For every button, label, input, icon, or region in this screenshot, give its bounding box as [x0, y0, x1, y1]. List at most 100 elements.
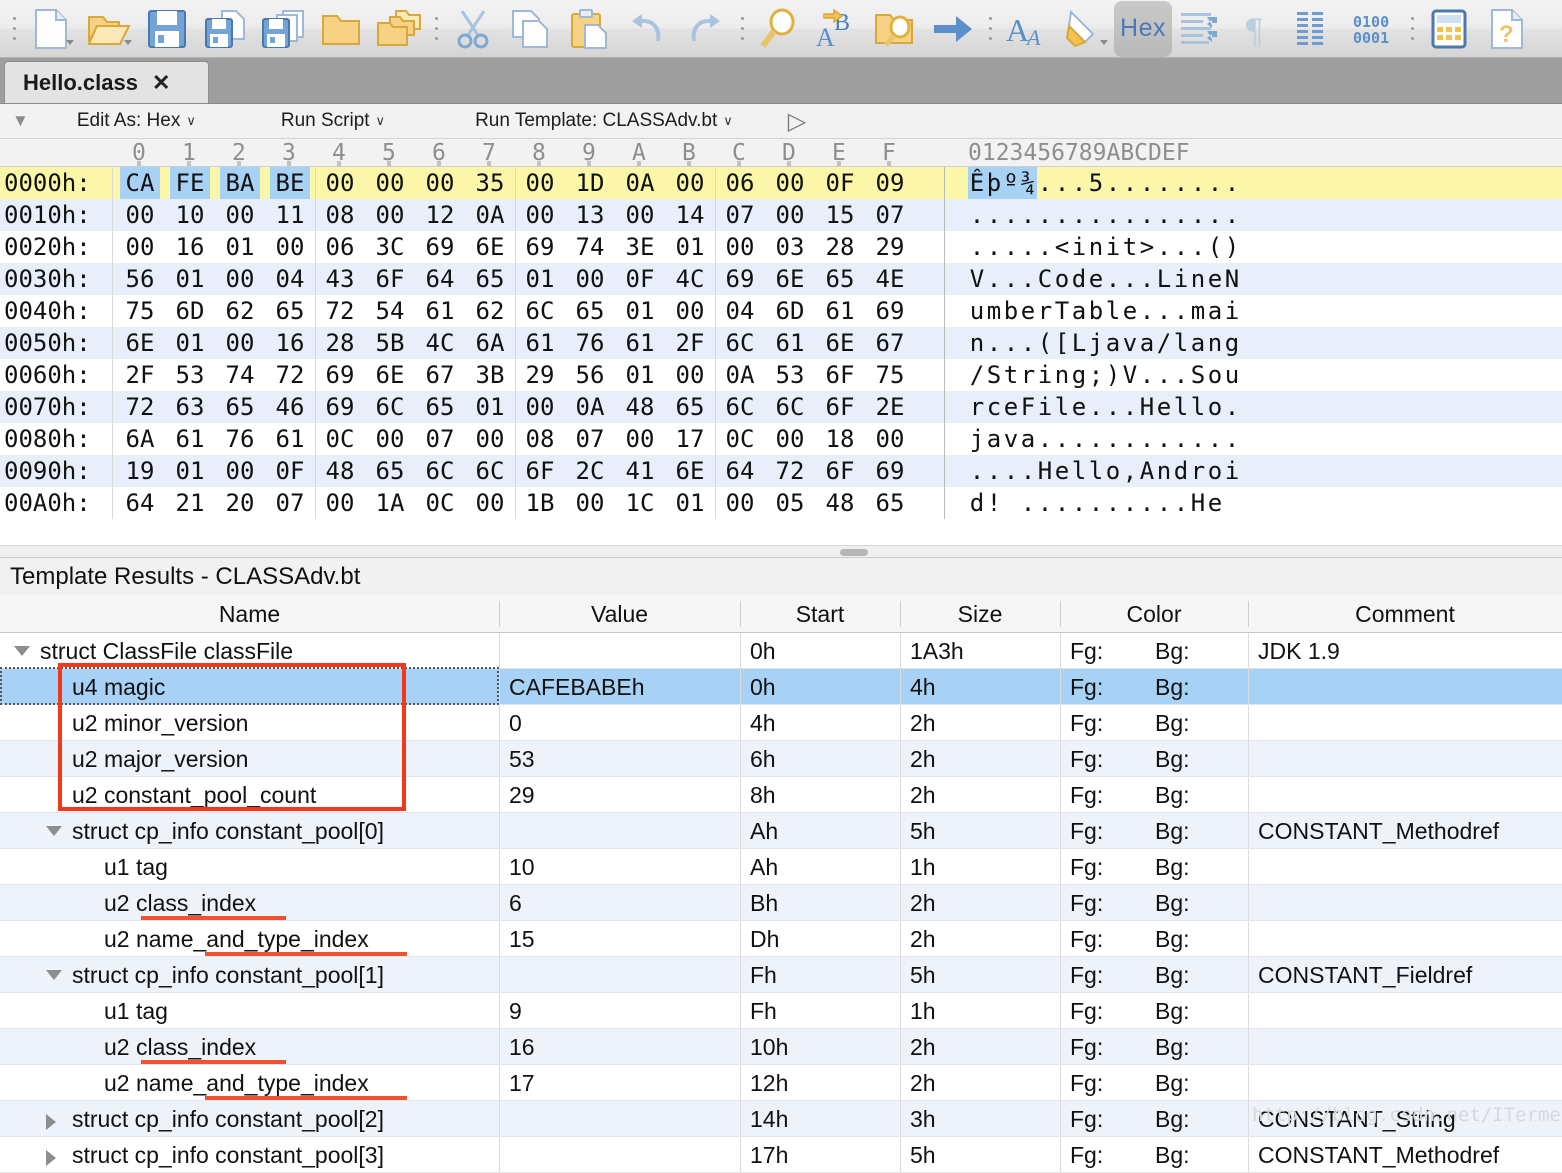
hex-byte-cell[interactable]: 46: [270, 391, 310, 423]
ascii-cell[interactable]: a: [1104, 327, 1122, 359]
ascii-cell[interactable]: .: [1104, 391, 1122, 423]
row-color-bg[interactable]: Bg:: [1155, 777, 1190, 813]
hex-byte-cell[interactable]: 69: [320, 391, 360, 423]
ascii-cell[interactable]: o: [1104, 455, 1122, 487]
hex-byte-cell[interactable]: 05: [770, 487, 810, 519]
ascii-cell[interactable]: .: [1172, 487, 1190, 519]
hex-byte-cell[interactable]: 2C: [570, 455, 610, 487]
ascii-cell[interactable]: .: [1036, 487, 1054, 519]
ascii-cell[interactable]: H: [1036, 455, 1054, 487]
hex-byte-cell[interactable]: 03: [770, 231, 810, 263]
ascii-cell[interactable]: .: [1019, 487, 1037, 519]
hex-byte-cell[interactable]: 00: [370, 423, 410, 455]
ascii-cell[interactable]: .: [1036, 167, 1054, 199]
hex-byte-cell[interactable]: 08: [320, 199, 360, 231]
ascii-cell[interactable]: .: [1053, 167, 1071, 199]
hex-byte-cell[interactable]: 4C: [670, 263, 710, 295]
ascii-cell[interactable]: V: [968, 263, 986, 295]
chevron-down-icon[interactable]: [124, 39, 132, 45]
hex-byte-cell[interactable]: 0A: [570, 391, 610, 423]
table-row[interactable]: u1 tag 9 Fh 1h Fg: Bg:: [0, 993, 1562, 1029]
ascii-cell[interactable]: .: [1002, 199, 1020, 231]
row-color-fg[interactable]: Fg:: [1070, 1029, 1103, 1065]
twisty-expanded-icon[interactable]: [46, 970, 62, 980]
ascii-cell[interactable]: e: [1206, 263, 1224, 295]
ascii-cell[interactable]: o: [1206, 391, 1224, 423]
hex-byte-cell[interactable]: 00: [120, 231, 160, 263]
table-row[interactable]: u2 minor_version 0 4h 2h Fg: Bg:: [0, 705, 1562, 741]
column-resize-handle[interactable]: [1060, 601, 1061, 627]
hex-byte-cell[interactable]: 6D: [770, 295, 810, 327]
hex-byte-cell[interactable]: 64: [420, 263, 460, 295]
ascii-cell[interactable]: n: [1053, 359, 1071, 391]
hex-byte-cell[interactable]: 0C: [320, 423, 360, 455]
ascii-cell[interactable]: F: [1019, 391, 1037, 423]
ascii-cell[interactable]: e: [1002, 391, 1020, 423]
hex-byte-cell[interactable]: 67: [420, 359, 460, 391]
hex-byte-cell[interactable]: 00: [520, 167, 560, 199]
hex-byte-cell[interactable]: BA: [220, 167, 260, 199]
row-color-fg[interactable]: Fg:: [1070, 813, 1103, 849]
ascii-cell[interactable]: .: [1172, 167, 1190, 199]
hex-byte-cell[interactable]: 3C: [370, 231, 410, 263]
ascii-cell[interactable]: a: [1206, 295, 1224, 327]
ascii-cell[interactable]: v: [1121, 327, 1139, 359]
save-all-files-button[interactable]: [370, 3, 428, 55]
hex-byte-cell[interactable]: 00: [470, 423, 510, 455]
row-color-bg[interactable]: Bg:: [1155, 705, 1190, 741]
ascii-cell[interactable]: .: [1189, 199, 1207, 231]
ascii-cell[interactable]: ;: [1087, 359, 1105, 391]
ascii-cell[interactable]: .: [1223, 167, 1241, 199]
ascii-cell[interactable]: .: [1070, 167, 1088, 199]
hex-byte-cell[interactable]: 6F: [820, 359, 860, 391]
column-header-comment[interactable]: Comment: [1248, 595, 1562, 633]
hex-byte-cell[interactable]: 14: [670, 199, 710, 231]
table-body[interactable]: struct ClassFile classFile 0h 1A3h Fg: Bg: JD…: [0, 633, 1562, 1173]
ascii-cell[interactable]: r: [1189, 455, 1207, 487]
row-color-fg[interactable]: Fg:: [1070, 633, 1103, 669]
ascii-cell[interactable]: v: [1002, 423, 1020, 455]
hex-byte-cell[interactable]: 6A: [120, 423, 160, 455]
hex-byte-cell[interactable]: 53: [770, 359, 810, 391]
ascii-cell[interactable]: l: [1053, 391, 1071, 423]
ascii-cell[interactable]: (: [1206, 231, 1224, 263]
row-color-bg[interactable]: Bg:: [1155, 1065, 1190, 1101]
hex-byte-cell[interactable]: 00: [120, 199, 160, 231]
ascii-cell[interactable]: .: [1121, 391, 1139, 423]
copy-button[interactable]: [502, 3, 560, 55]
ascii-cell[interactable]: .: [985, 263, 1003, 295]
hex-byte-cell[interactable]: 28: [320, 327, 360, 359]
ascii-cell[interactable]: [: [1053, 327, 1071, 359]
ascii-cell[interactable]: n: [1087, 231, 1105, 263]
hex-byte-cell[interactable]: 00: [770, 423, 810, 455]
ascii-cell[interactable]: .: [1206, 423, 1224, 455]
ascii-cell[interactable]: n: [1155, 455, 1173, 487]
line-numbers-button[interactable]: [1288, 3, 1346, 55]
hex-byte-cell[interactable]: 19: [120, 455, 160, 487]
hex-byte-cell[interactable]: 1C: [620, 487, 660, 519]
ascii-cell[interactable]: .: [968, 199, 986, 231]
hex-byte-cell[interactable]: 6E: [770, 263, 810, 295]
hex-row[interactable]: 0050h: 6E 01 00 16 28 5B 4C 6A 61 76 61 2F 6C 61 6E 67 n.…: [0, 327, 1562, 359]
ascii-cell[interactable]: r: [968, 391, 986, 423]
hex-byte-cell[interactable]: 6F: [370, 263, 410, 295]
hex-byte-cell[interactable]: 00: [720, 231, 760, 263]
hex-byte-cell[interactable]: 6D: [170, 295, 210, 327]
collapse-panel-button[interactable]: ▼: [12, 111, 29, 131]
ascii-cell[interactable]: .: [1121, 167, 1139, 199]
hex-byte-cell[interactable]: FE: [170, 167, 210, 199]
ascii-cell[interactable]: a: [1189, 327, 1207, 359]
ascii-cell[interactable]: .: [1002, 455, 1020, 487]
hex-byte-cell[interactable]: 13: [570, 199, 610, 231]
undo-button[interactable]: [618, 3, 676, 55]
row-color-fg[interactable]: Fg:: [1070, 1065, 1103, 1101]
ascii-cell[interactable]: .: [1206, 199, 1224, 231]
ascii-cell[interactable]: i: [1104, 231, 1122, 263]
hex-byte-cell[interactable]: 00: [670, 295, 710, 327]
hex-byte-cell[interactable]: 74: [570, 231, 610, 263]
hex-byte-cell[interactable]: 07: [270, 487, 310, 519]
ascii-cell[interactable]: º: [1002, 167, 1020, 199]
hex-byte-cell[interactable]: 01: [620, 359, 660, 391]
column-header-name[interactable]: Name: [0, 595, 499, 633]
ascii-cell[interactable]: .: [1036, 199, 1054, 231]
